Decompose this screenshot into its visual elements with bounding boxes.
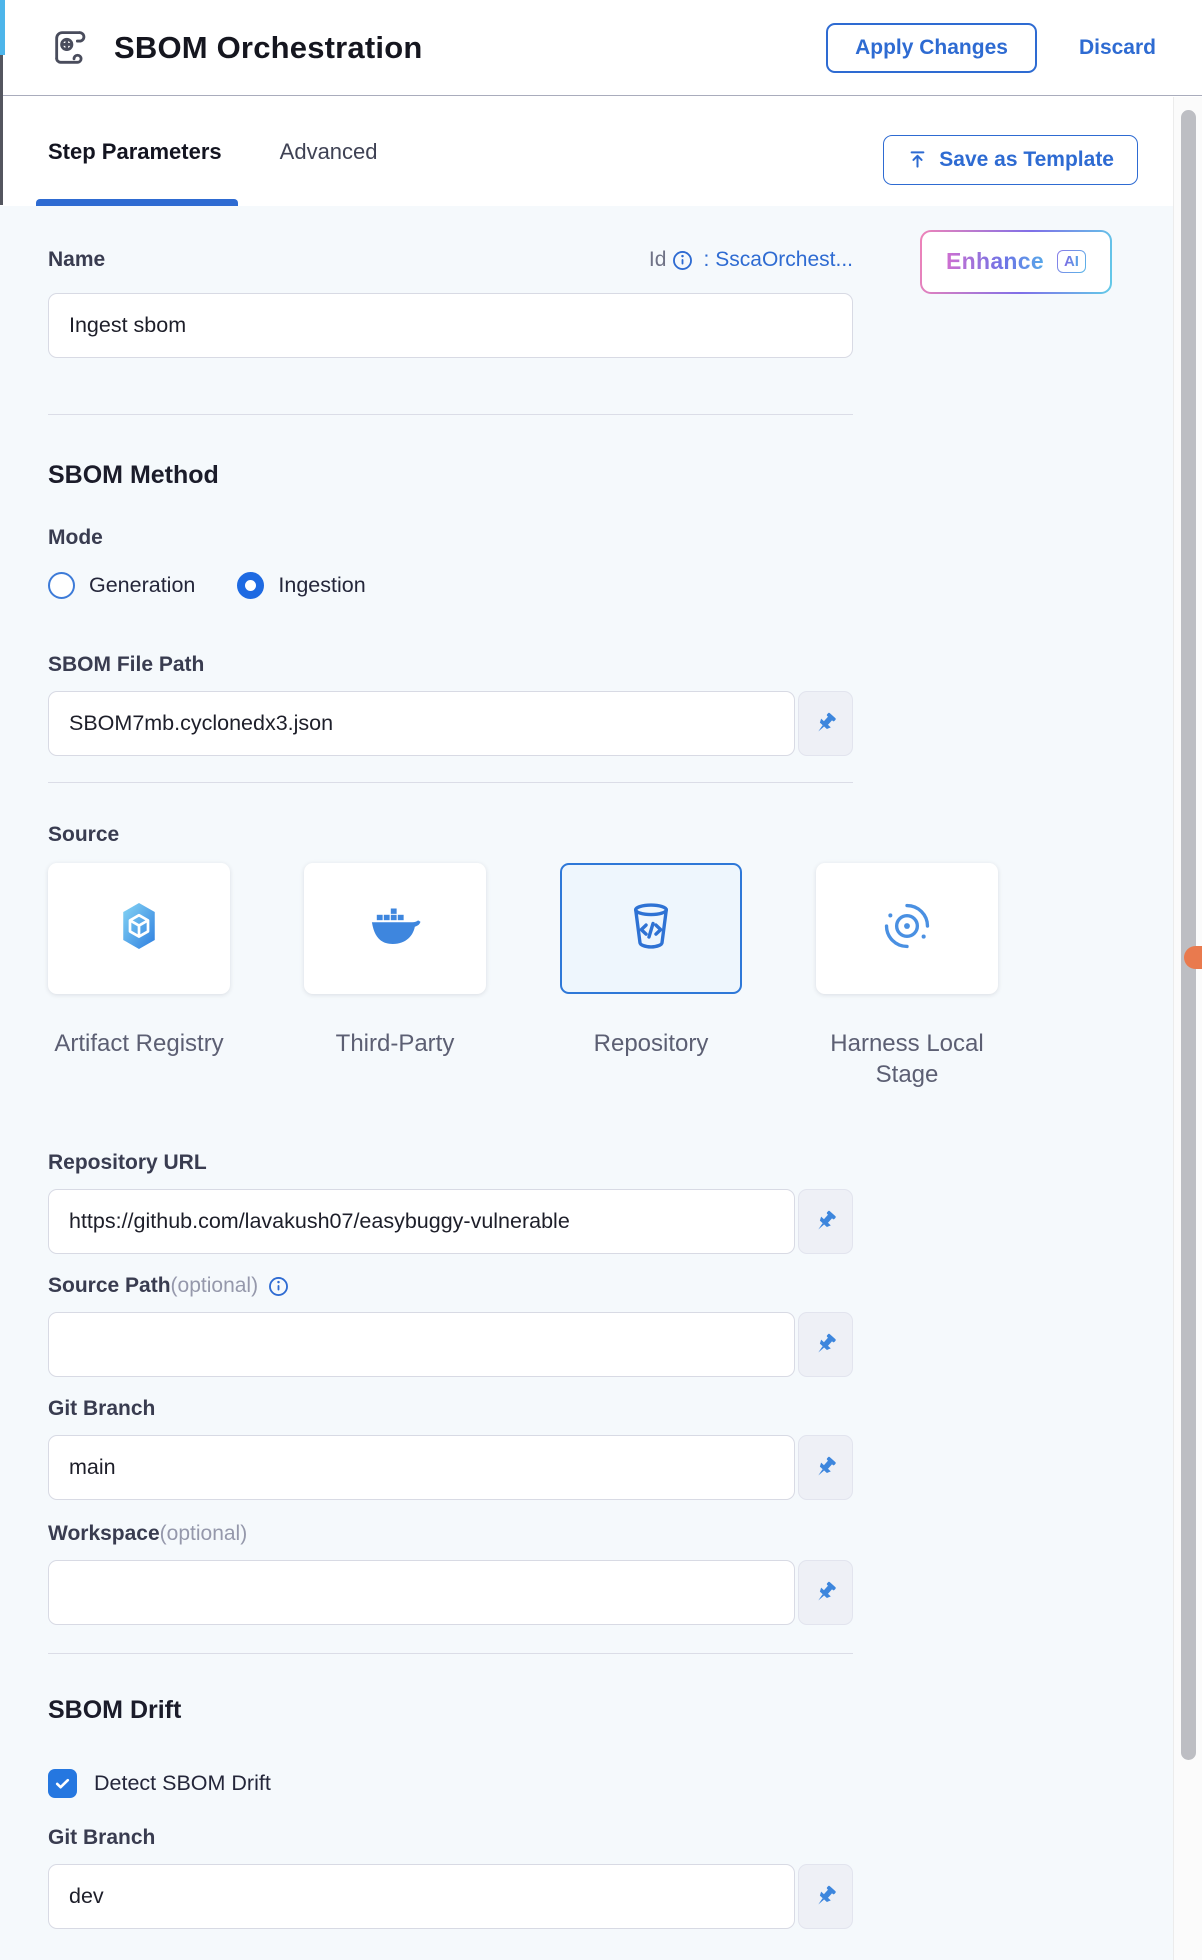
source-card-harness-local-stage[interactable] [816, 863, 998, 994]
source-card-third-party[interactable] [304, 863, 486, 994]
radio-ingestion[interactable] [237, 572, 264, 599]
save-as-template-label: Save as Template [939, 148, 1114, 172]
scrollbar-thumb[interactable] [1181, 110, 1196, 1760]
step-parameters-panel: Name Id : SscaOrchest... Enhance AI SBOM… [0, 206, 1174, 1960]
info-icon[interactable] [268, 1276, 289, 1297]
radio-generation-label: Generation [89, 573, 195, 598]
pin-toggle-button[interactable] [798, 1864, 853, 1929]
drift-git-branch-label: Git Branch [48, 1826, 1174, 1850]
source-option-harness-local-stage: Harness Local Stage [816, 863, 998, 1091]
source-path-label: Source Path(optional) [48, 1274, 258, 1298]
scroll-plus-icon [48, 25, 94, 71]
sbom-file-path-label: SBOM File Path [48, 653, 1174, 677]
source-option-third-party: Third-Party [304, 863, 486, 1091]
step-id-value[interactable]: SscaOrchest... [715, 248, 853, 272]
radio-generation[interactable] [48, 572, 75, 599]
source-card-group: Artifact Registry Third-Party [48, 863, 1174, 1091]
source-card-label: Artifact Registry [31, 1028, 247, 1060]
source-card-label: Harness Local Stage [799, 1028, 1015, 1091]
repository-bucket-icon [624, 899, 678, 958]
discard-button[interactable]: Discard [1073, 35, 1162, 61]
repository-url-input[interactable] [48, 1189, 795, 1254]
drift-git-branch-input[interactable] [48, 1864, 795, 1929]
pin-toggle-button[interactable] [798, 1560, 853, 1625]
repository-url-label: Repository URL [48, 1151, 1174, 1175]
mode-label: Mode [48, 526, 1174, 550]
git-branch-input[interactable] [48, 1435, 795, 1500]
enhance-ai-button[interactable]: Enhance AI [920, 230, 1112, 294]
tab-step-parameters[interactable]: Step Parameters [48, 98, 222, 206]
enhance-label: Enhance [946, 248, 1044, 275]
source-option-artifact-registry: Artifact Registry [48, 863, 230, 1091]
sbom-drift-heading: SBOM Drift [48, 1696, 1174, 1725]
id-label: Id [649, 248, 667, 272]
source-card-repository[interactable] [560, 863, 742, 994]
pin-toggle-button[interactable] [798, 1312, 853, 1377]
harness-local-stage-icon [880, 899, 934, 958]
pin-toggle-button[interactable] [798, 1189, 853, 1254]
panel-edge-accent [0, 0, 5, 55]
sbom-method-heading: SBOM Method [48, 461, 1174, 490]
detect-sbom-drift-checkbox[interactable] [48, 1769, 77, 1798]
step-header: SBOM Orchestration Apply Changes Discard [0, 0, 1202, 96]
detect-sbom-drift-label: Detect SBOM Drift [94, 1771, 271, 1796]
name-input[interactable] [48, 293, 853, 358]
radio-ingestion-label: Ingestion [278, 573, 365, 598]
workspace-label: Workspace(optional) [48, 1522, 1174, 1546]
source-option-repository: Repository [560, 863, 742, 1091]
docker-whale-icon [367, 898, 423, 959]
artifact-registry-icon [112, 899, 166, 958]
pin-toggle-button[interactable] [798, 1435, 853, 1500]
upload-icon [907, 149, 928, 170]
apply-changes-button[interactable]: Apply Changes [826, 23, 1037, 73]
source-label: Source [48, 823, 1174, 847]
workspace-input[interactable] [48, 1560, 795, 1625]
divider [48, 1653, 853, 1654]
divider [48, 414, 853, 415]
divider [48, 782, 853, 783]
source-card-label: Third-Party [287, 1028, 503, 1060]
detect-sbom-drift-option[interactable]: Detect SBOM Drift [48, 1769, 1174, 1798]
scrollbar-track [1173, 97, 1202, 1960]
source-path-input[interactable] [48, 1312, 795, 1377]
tab-bar: Step Parameters Advanced Save as Templat… [0, 98, 1174, 206]
sbom-file-path-input[interactable] [48, 691, 795, 756]
pin-toggle-button[interactable] [798, 691, 853, 756]
git-branch-label: Git Branch [48, 1397, 1174, 1421]
radio-option-generation[interactable]: Generation [48, 572, 195, 599]
info-icon[interactable] [672, 250, 693, 271]
source-card-label: Repository [543, 1028, 759, 1060]
id-separator: : [703, 248, 709, 272]
step-id-group: Id : SscaOrchest... [649, 248, 853, 272]
source-card-artifact-registry[interactable] [48, 863, 230, 994]
mode-radio-group: Generation Ingestion [48, 572, 1174, 599]
name-label: Name [48, 248, 105, 271]
ai-badge: AI [1057, 250, 1086, 273]
orange-indicator-dot [1184, 946, 1202, 969]
panel-edge-border [0, 55, 3, 205]
save-as-template-button[interactable]: Save as Template [883, 135, 1138, 185]
tab-advanced[interactable]: Advanced [280, 98, 378, 206]
radio-option-ingestion[interactable]: Ingestion [237, 572, 365, 599]
page-title: SBOM Orchestration [114, 30, 422, 66]
